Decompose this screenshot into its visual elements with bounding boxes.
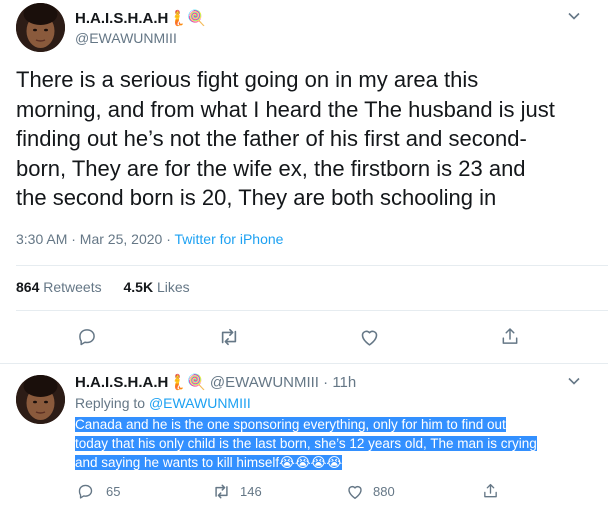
tweet-text-line: finding out he’s not the father of his f… <box>16 126 527 151</box>
retweet-count: 146 <box>240 484 262 499</box>
tweet-timestamp[interactable]: 3:30 AM · Mar 25, 2020 <box>16 231 162 247</box>
likes-count: 4.5K <box>123 279 154 295</box>
tweet-text-line: Canada and he is the one sponsoring ever… <box>75 417 506 432</box>
like-icon <box>346 483 364 500</box>
display-name[interactable]: H.A.I.S.H.A.H <box>75 10 168 27</box>
tweet-text-line: There is a serious fight going on in my … <box>16 67 479 92</box>
meta-separator: · <box>162 231 175 247</box>
main-avatar[interactable] <box>16 3 65 52</box>
reply-action[interactable]: 65 <box>77 483 120 500</box>
share-icon[interactable] <box>482 482 499 500</box>
tweet-text-line: and saying he wants to kill himself <box>75 455 280 470</box>
like-icon[interactable] <box>359 327 380 347</box>
retweet-action[interactable]: 146 <box>212 483 262 500</box>
tweet-meta: 3:30 AM · Mar 25, 2020 · Twitter for iPh… <box>16 231 283 247</box>
main-tweet-text: There is a serious fight going on in my … <box>16 65 555 213</box>
main-author-handle[interactable]: @EWAWUNMIII <box>75 30 177 46</box>
reply-icon <box>77 483 94 500</box>
retweet-icon[interactable] <box>218 327 240 347</box>
reply-handle[interactable]: @EWAWUNMIII <box>210 374 319 391</box>
replying-to-label: Replying to <box>75 395 149 411</box>
reply-count: 65 <box>106 484 121 499</box>
chevron-down-icon[interactable] <box>568 12 580 20</box>
tweet-stats: 864 Retweets 4.5K Likes <box>16 279 190 295</box>
divider <box>16 310 608 311</box>
reply-tweet-text: Canada and he is the one sponsoring ever… <box>75 415 537 472</box>
main-author-name[interactable]: H.A.I.S.H.A.H🧜🍭 <box>75 9 206 27</box>
like-count: 880 <box>373 484 395 499</box>
tweet-text-line: today that his only child is the last bo… <box>75 436 537 451</box>
divider <box>0 363 608 364</box>
name-emojis: 🧜🍭 <box>168 10 206 27</box>
reply-name-emojis: 🧜🍭 <box>168 374 206 391</box>
reply-display-name[interactable]: H.A.I.S.H.A.H <box>75 374 168 391</box>
replying-to: Replying to @EWAWUNMIII <box>75 395 251 411</box>
tweet-text-line: born, They are for the wife ex, the firs… <box>16 155 526 181</box>
reply-time[interactable]: · 11h <box>323 374 356 391</box>
divider <box>16 265 608 266</box>
chevron-down-icon[interactable] <box>568 377 580 385</box>
retweets-stat[interactable]: 864 Retweets <box>16 279 106 295</box>
reply-avatar[interactable] <box>16 375 65 424</box>
retweets-label: Retweets <box>43 279 102 295</box>
retweet-icon <box>212 483 231 500</box>
reply-icon[interactable] <box>77 327 97 347</box>
tweet-text-line: the second born is 20, They are both sch… <box>16 185 497 210</box>
likes-label: Likes <box>156 279 190 295</box>
share-icon[interactable] <box>500 326 520 347</box>
tweet-text-line: morning, and from what I heard the The h… <box>16 96 555 122</box>
retweets-count: 864 <box>16 279 40 295</box>
like-action[interactable]: 880 <box>346 483 395 500</box>
replying-to-handle[interactable]: @EWAWUNMIII <box>149 395 251 411</box>
likes-stat[interactable]: 4.5K Likes <box>124 279 190 295</box>
tweet-source-link[interactable]: Twitter for iPhone <box>175 231 284 247</box>
crying-emojis: 😭😭😭😭 <box>279 455 343 470</box>
reply-header: H.A.I.S.H.A.H🧜🍭 @EWAWUNMIII · 11h <box>75 373 356 391</box>
